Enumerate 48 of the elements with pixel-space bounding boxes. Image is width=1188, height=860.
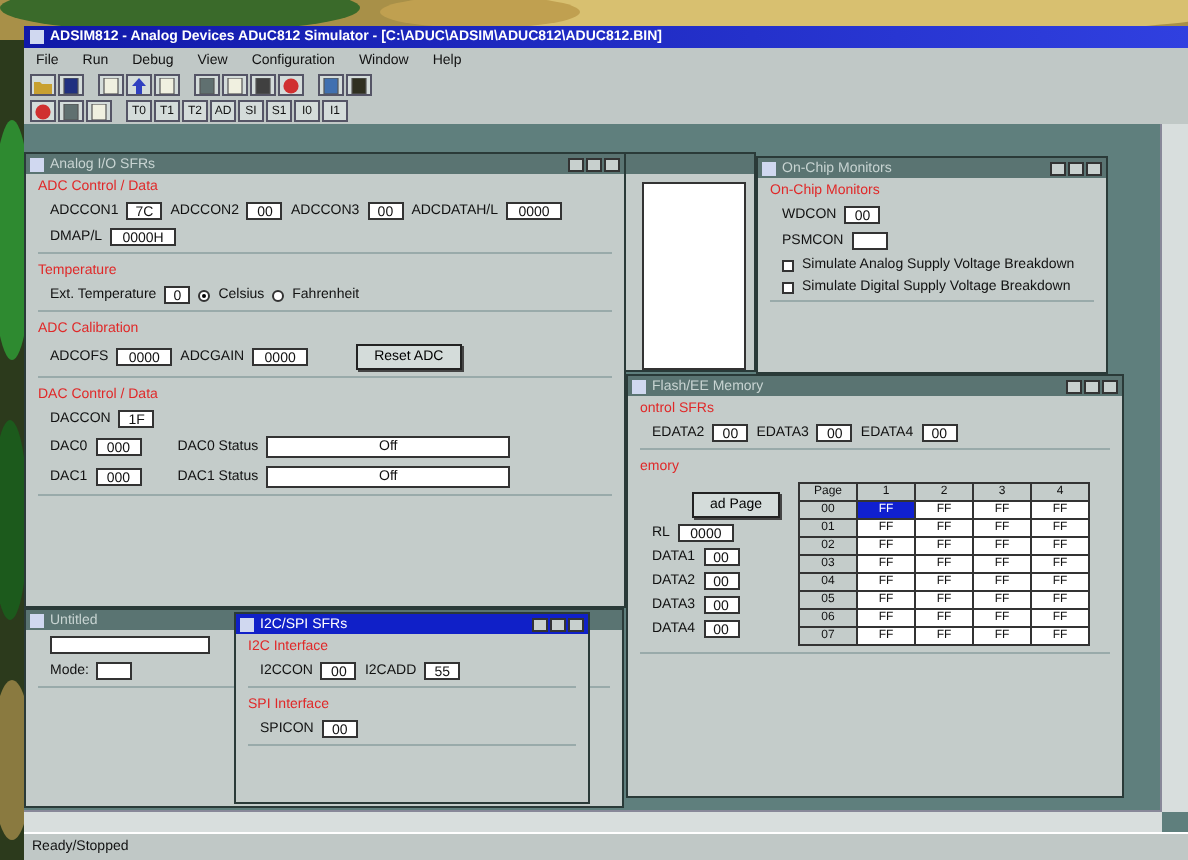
window-icon (762, 161, 776, 175)
stop-icon (34, 103, 52, 119)
folder-icon (34, 77, 52, 93)
toolbar-button[interactable] (346, 74, 372, 96)
toolbar-button[interactable] (278, 74, 304, 96)
checkbox[interactable] (782, 281, 794, 293)
radio-button[interactable] (198, 289, 211, 301)
toolbar-button[interactable] (30, 74, 56, 96)
minimize-button[interactable] (532, 617, 548, 631)
app-icon (30, 30, 44, 44)
window-icon (30, 157, 44, 171)
maximize-button[interactable] (586, 157, 602, 171)
page-icon (158, 77, 176, 93)
minimize-button[interactable] (1050, 161, 1066, 175)
toolbar-button[interactable] (98, 74, 124, 96)
toolbar-button[interactable] (58, 100, 84, 122)
input-field[interactable] (50, 636, 210, 654)
window-icon (240, 617, 254, 631)
close-button[interactable] (1086, 161, 1102, 175)
window-icon (30, 613, 44, 627)
toolbar-button[interactable] (194, 74, 220, 96)
toolbar-button[interactable] (58, 74, 84, 96)
toolbar-button[interactable] (250, 74, 276, 96)
radio-button[interactable] (272, 289, 285, 301)
toolbar-button[interactable] (30, 100, 56, 122)
toolbar-button[interactable] (318, 74, 344, 96)
page-icon (226, 77, 244, 93)
scrollbar[interactable] (1160, 124, 1188, 812)
input-field[interactable] (851, 232, 888, 250)
toolbar-button[interactable] (86, 100, 112, 122)
close-button[interactable] (604, 157, 620, 171)
list-box[interactable] (642, 182, 746, 370)
minimize-button[interactable] (1066, 379, 1082, 393)
checkbox[interactable] (782, 259, 794, 271)
minimize-button[interactable] (568, 157, 584, 171)
close-button[interactable] (568, 617, 584, 631)
toolbar-button[interactable] (154, 74, 180, 96)
arrow-icon (130, 77, 148, 93)
stop-icon (282, 77, 300, 93)
toolbar-button[interactable] (222, 74, 248, 96)
scrollbar[interactable] (24, 810, 1162, 832)
toolbar-button[interactable] (126, 74, 152, 96)
maximize-button[interactable] (1068, 161, 1084, 175)
input-field[interactable] (96, 662, 133, 680)
window-icon (632, 379, 646, 393)
close-button[interactable] (1102, 379, 1118, 393)
maximize-button[interactable] (550, 617, 566, 631)
maximize-button[interactable] (1084, 379, 1100, 393)
